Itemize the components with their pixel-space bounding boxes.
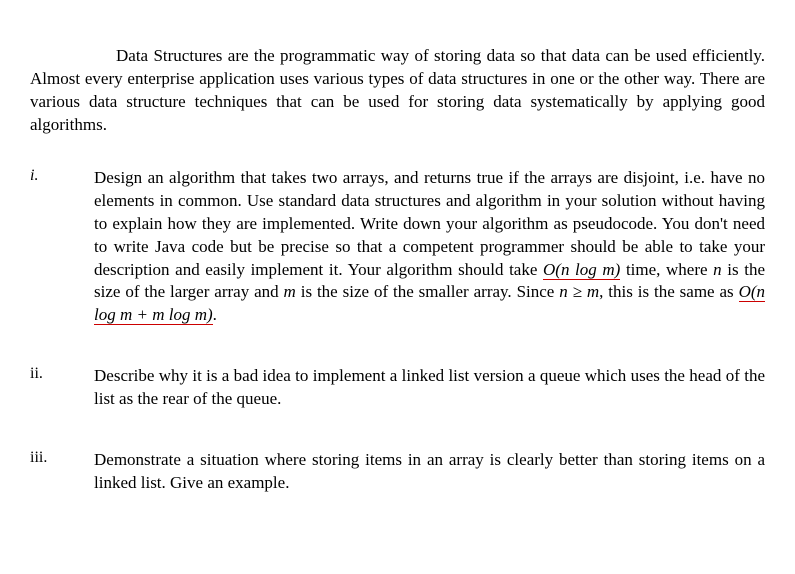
question-item-3: iii. Demonstrate a situation where stori… <box>30 449 765 495</box>
question-item-1: i. Design an algorithm that takes two ar… <box>30 167 765 328</box>
page: Data Structures are the programmatic way… <box>0 0 795 553</box>
text: time, where <box>620 260 713 279</box>
text: . <box>213 305 217 324</box>
var-m: m <box>284 282 296 301</box>
item-marker: ii. <box>30 365 94 411</box>
item-body: Demonstrate a situation where storing it… <box>94 449 765 495</box>
intro-paragraph: Data Structures are the programmatic way… <box>30 45 765 137</box>
item-body: Design an algorithm that takes two array… <box>94 167 765 328</box>
inequality: n ≥ m <box>559 282 599 301</box>
item-body: Describe why it is a bad idea to impleme… <box>94 365 765 411</box>
text: , this is the same as <box>599 282 738 301</box>
item-marker: iii. <box>30 449 94 495</box>
item-marker: i. <box>30 167 94 328</box>
var-n: n <box>713 260 722 279</box>
big-o-expr: O(n log m) <box>543 260 620 280</box>
question-item-2: ii. Describe why it is a bad idea to imp… <box>30 365 765 411</box>
text: is the size of the smaller array. Since <box>296 282 559 301</box>
